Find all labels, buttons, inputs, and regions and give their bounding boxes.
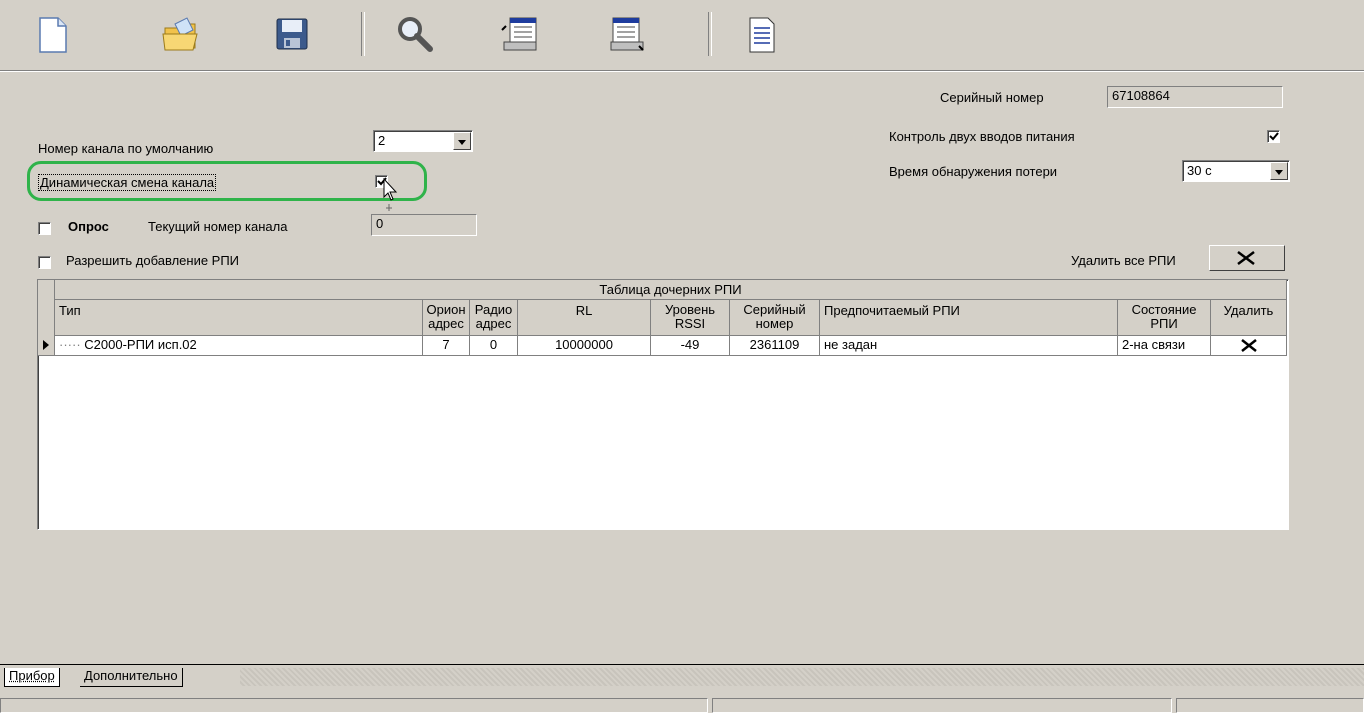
column-header-delete[interactable]: Удалить: [1211, 300, 1287, 336]
new-document-icon[interactable]: [32, 14, 72, 54]
cell-preferred-rpi[interactable]: не задан: [820, 336, 1118, 356]
save-disk-icon[interactable]: [272, 14, 312, 54]
current-channel-label: Текущий номер канала: [148, 219, 288, 234]
dual-power-checkbox[interactable]: [1267, 130, 1280, 143]
open-folder-icon[interactable]: [161, 14, 201, 54]
default-channel-value: 2: [378, 133, 386, 148]
tab-device[interactable]: Прибор: [4, 668, 60, 687]
row-pointer-icon: [43, 340, 49, 350]
column-header-radio-address[interactable]: Радио адрес: [470, 300, 518, 336]
close-x-icon: [1237, 251, 1255, 265]
dual-power-label: Контроль двух вводов питания: [889, 129, 1075, 144]
current-row-indicator: [38, 336, 55, 356]
serial-number-field: 67108864: [1107, 86, 1283, 108]
table-row[interactable]: ····· С2000-РПИ исп.02: [55, 336, 423, 356]
cell-rl[interactable]: 10000000: [518, 336, 651, 356]
column-header-type[interactable]: Тип: [55, 300, 423, 336]
loss-time-value: 30 с: [1187, 163, 1212, 178]
status-panel-3: [1176, 698, 1364, 713]
default-channel-select[interactable]: 2: [373, 130, 473, 152]
read-config-icon[interactable]: [500, 14, 540, 54]
column-header-rssi[interactable]: Уровень RSSI: [651, 300, 730, 336]
cell-serial[interactable]: 2361109: [730, 336, 820, 356]
current-channel-field: 0: [371, 214, 477, 236]
toolbar: [0, 0, 1364, 71]
default-channel-label: Номер канала по умолчанию: [38, 141, 214, 156]
loss-time-label: Время обнаружения потери: [889, 164, 1058, 179]
child-rpi-table: Таблица дочерних РПИ Тип Орион адрес Рад…: [37, 279, 1289, 530]
status-bar: [0, 698, 1364, 713]
column-header-orion-address[interactable]: Орион адрес: [423, 300, 470, 336]
allow-add-checkbox[interactable]: [38, 256, 51, 269]
close-x-icon: [1240, 339, 1257, 352]
cell-radio-address[interactable]: 0: [470, 336, 518, 356]
tab-additional[interactable]: Дополнительно: [80, 668, 183, 687]
write-config-icon[interactable]: [607, 14, 647, 54]
report-document-icon[interactable]: [742, 14, 782, 54]
tab-bar: Прибор Дополнительно: [0, 664, 1364, 688]
mouse-cursor-icon: [383, 178, 398, 211]
column-header-serial[interactable]: Серийный номер: [730, 300, 820, 336]
status-panel-1: [0, 698, 708, 713]
column-header-preferred-rpi[interactable]: Предпочитаемый РПИ: [820, 300, 1118, 336]
cell-type: С2000-РПИ исп.02: [84, 337, 197, 352]
chevron-down-icon[interactable]: [453, 132, 471, 150]
checkmark-icon: [1269, 132, 1279, 141]
loss-time-select[interactable]: 30 с: [1182, 160, 1290, 182]
row-delete-button[interactable]: [1211, 336, 1287, 356]
column-header-state[interactable]: Состояние РПИ: [1118, 300, 1211, 336]
status-panel-2: [712, 698, 1172, 713]
delete-all-label: Удалить все РПИ: [1071, 253, 1176, 268]
serial-number-label: Серийный номер: [940, 90, 1044, 105]
allow-add-label: Разрешить добавление РПИ: [66, 253, 240, 268]
poll-label: Опрос: [68, 219, 109, 234]
column-header-rl[interactable]: RL: [518, 300, 651, 336]
cell-rssi[interactable]: -49: [651, 336, 730, 356]
dynamic-channel-label: Динамическая смена канала: [38, 174, 217, 191]
chevron-down-icon[interactable]: [1270, 162, 1288, 180]
delete-all-button[interactable]: [1209, 245, 1285, 271]
poll-checkbox[interactable]: [38, 222, 51, 235]
search-magnifier-icon[interactable]: [395, 14, 435, 54]
cell-orion-address[interactable]: 7: [423, 336, 470, 356]
table-caption: Таблица дочерних РПИ: [55, 280, 1287, 300]
cell-state[interactable]: 2-на связи: [1118, 336, 1211, 356]
